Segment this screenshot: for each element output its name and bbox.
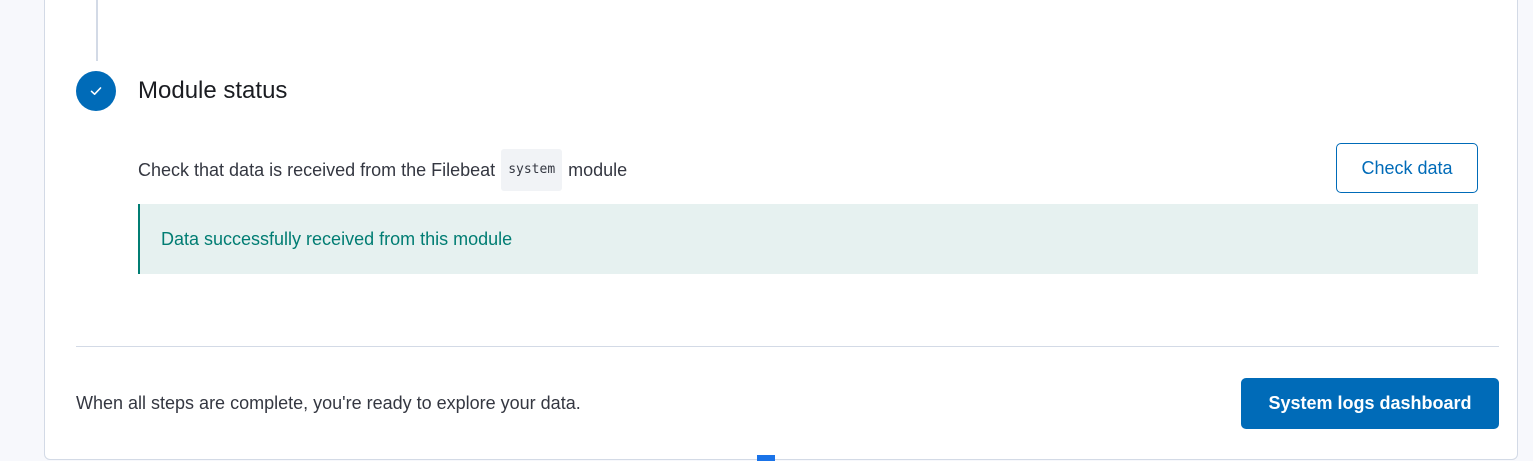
step-title: Module status bbox=[138, 77, 288, 104]
description-text-before: Check that data is received from the Fil… bbox=[138, 160, 496, 180]
check-icon bbox=[90, 87, 102, 95]
module-code: system bbox=[501, 149, 563, 191]
success-message: Data successfully received from this mod… bbox=[161, 228, 513, 249]
step-complete-indicator bbox=[76, 71, 116, 111]
step-connector-line bbox=[96, 0, 98, 61]
system-logs-dashboard-button[interactable]: System logs dashboard bbox=[1241, 378, 1499, 429]
selection-handle-bottom bbox=[757, 455, 775, 461]
description-text-after: module bbox=[568, 160, 628, 180]
setup-panel: Module status Check that data is receive… bbox=[44, 0, 1518, 460]
check-description: Check that data is received from the Fil… bbox=[138, 149, 627, 191]
check-data-button[interactable]: Check data bbox=[1336, 143, 1478, 193]
footer-text: When all steps are complete, you're read… bbox=[76, 393, 581, 413]
footer-divider bbox=[76, 346, 1499, 347]
success-callout: Data successfully received from this mod… bbox=[138, 204, 1478, 274]
